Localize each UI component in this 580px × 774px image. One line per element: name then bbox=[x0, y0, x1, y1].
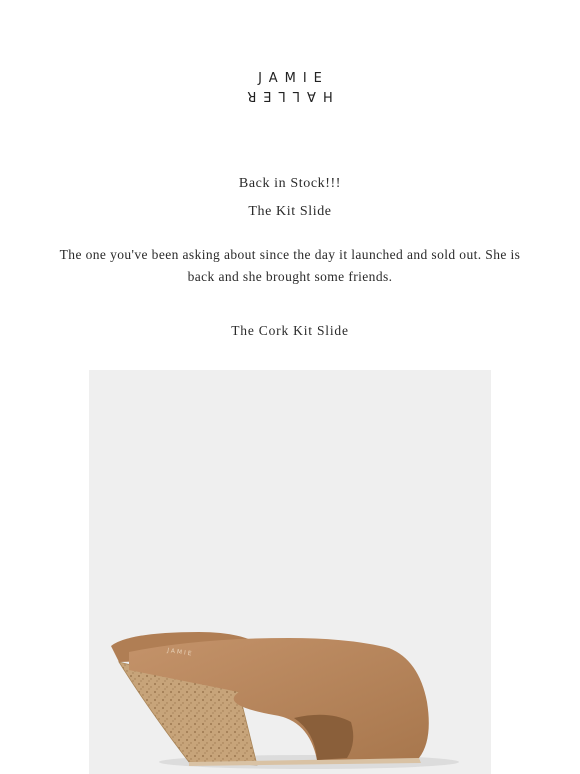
product-image[interactable]: JAMIE bbox=[89, 370, 491, 774]
body-copy: The one you've been asking about since t… bbox=[0, 244, 580, 288]
brand-logo-line2: HALLER bbox=[240, 88, 333, 103]
body-copy-line1: The one you've been asking about since t… bbox=[59, 247, 521, 262]
headline-line1: Back in Stock!!! bbox=[238, 176, 342, 191]
headline: Back in Stock!!! The Kit Slide bbox=[0, 170, 580, 226]
brand-logo[interactable]: JAMIE HALLER bbox=[0, 70, 580, 104]
shoe-illustration: JAMIE bbox=[89, 370, 491, 774]
product-title[interactable]: The Cork Kit Slide bbox=[0, 323, 580, 339]
body-copy-line2: back and she brought some friends. bbox=[187, 269, 393, 284]
headline-line2: The Kit Slide bbox=[248, 204, 332, 219]
brand-logo-line1: JAMIE bbox=[258, 71, 329, 86]
